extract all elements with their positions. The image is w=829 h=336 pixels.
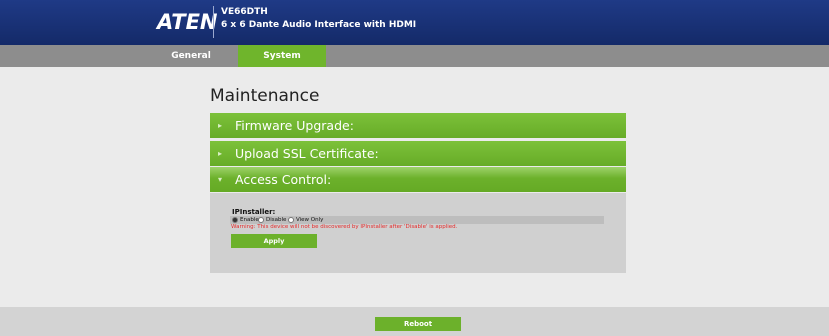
- chevron-right-icon: ▸: [218, 121, 223, 130]
- section-label: Upload SSL Certificate:: [235, 146, 379, 161]
- access-control-panel: IPInstaller: Enable Disable View Only Wa…: [210, 193, 626, 273]
- radio-selected-icon: [232, 216, 238, 223]
- ipinstaller-warning: Warning: This device will not be discove…: [231, 224, 458, 230]
- aten-logo: ATEN: [157, 10, 218, 34]
- chevron-right-icon: ▸: [218, 149, 223, 158]
- ipinstaller-label: IPInstaller:: [232, 208, 276, 216]
- device-description: 6 x 6 Dante Audio Interface with HDMI: [221, 20, 417, 30]
- chevron-down-icon: ▾: [218, 175, 223, 184]
- radio-unselected-icon: [258, 216, 264, 223]
- apply-button[interactable]: Apply: [231, 234, 317, 248]
- device-model: VE66DTH: [221, 7, 268, 17]
- upload-ssl-certificate-section-header[interactable]: ▸ Upload SSL Certificate:: [210, 141, 626, 166]
- tab-system[interactable]: System: [238, 45, 326, 67]
- header-divider: [213, 6, 214, 38]
- radio-unselected-icon: [288, 216, 294, 223]
- tab-general[interactable]: General: [150, 45, 232, 67]
- section-label: Firmware Upgrade:: [235, 118, 354, 133]
- page-title: Maintenance: [210, 86, 320, 106]
- access-control-section-header[interactable]: ▾ Access Control:: [210, 167, 626, 192]
- app-header: ATEN VE66DTH 6 x 6 Dante Audio Interface…: [0, 0, 829, 45]
- reboot-button[interactable]: Reboot: [375, 317, 461, 331]
- footer-bar: Reboot: [0, 307, 829, 336]
- firmware-upgrade-section-header[interactable]: ▸ Firmware Upgrade:: [210, 113, 626, 138]
- tab-bar: General System: [0, 45, 829, 67]
- section-label: Access Control:: [235, 172, 332, 187]
